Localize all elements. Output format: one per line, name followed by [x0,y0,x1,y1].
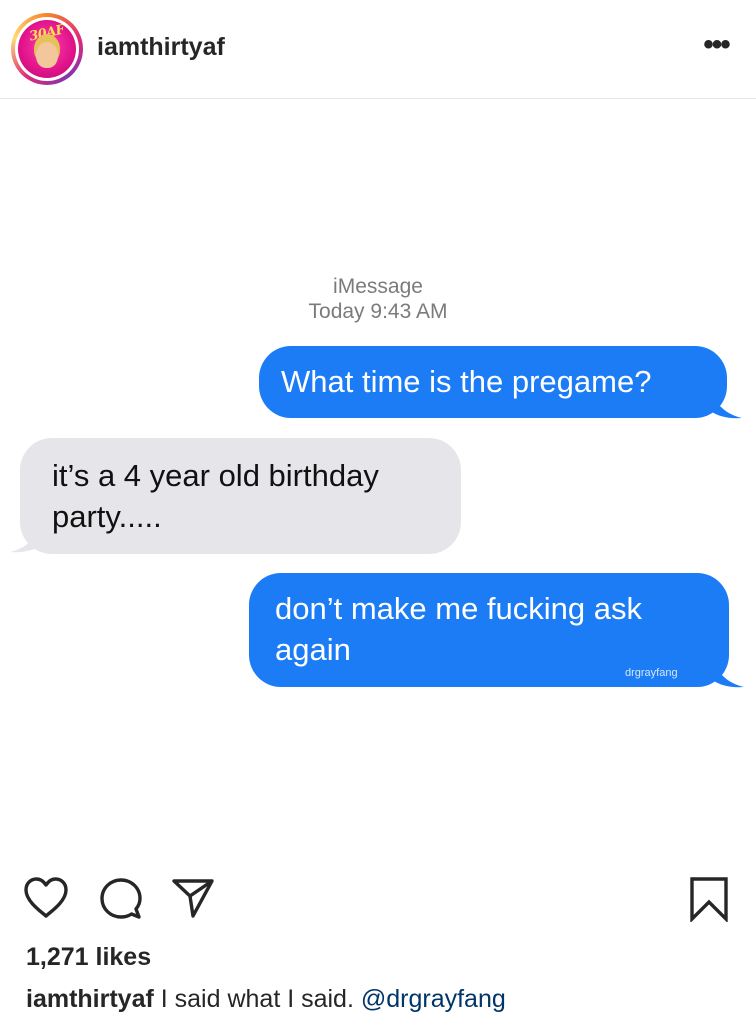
bookmark-icon[interactable] [689,876,729,922]
imessage-label: iMessage [333,275,423,298]
share-icon[interactable] [171,877,215,919]
username-link[interactable]: iamthirtyaf [97,33,225,62]
message-bubble-sent: What time is the pregame? [259,346,727,418]
action-bar [0,860,756,930]
message-text-line: it’s a 4 year old birthday [52,458,379,493]
avatar[interactable]: 30AF [11,13,83,85]
timestamp-day: Today [308,300,365,323]
likes-count[interactable]: 1,271 likes [26,943,151,972]
heart-icon[interactable] [23,877,69,919]
message-timestamp: Today 9:43 AM [0,300,756,324]
timestamp-time: 9:43 AM [370,300,448,323]
message-text-line: don’t make me fucking ask [275,591,643,626]
message-text-line: party..... [52,499,162,534]
comment-icon[interactable] [99,877,143,921]
caption-mention[interactable]: @drgrayfang [361,985,506,1013]
more-options-icon[interactable]: ••• [696,30,736,60]
post-image[interactable]: iMessage Today 9:43 AM What time is the … [0,100,756,860]
post-header: 30AF iamthirtyaf ••• [0,0,756,99]
watermark: drgrayfang [625,667,678,679]
caption-text: I said what I said. [153,985,361,1013]
message-text-line: again [275,632,351,667]
post-caption: iamthirtyaf I said what I said. @drgrayf… [26,985,506,1014]
caption-username[interactable]: iamthirtyaf [26,985,154,1013]
message-bubble-received: it’s a 4 year old birthday party..... [20,438,461,554]
avatar-face [36,42,58,68]
avatar-image: 30AF [18,20,76,78]
message-text: What time is the pregame? [281,364,652,399]
